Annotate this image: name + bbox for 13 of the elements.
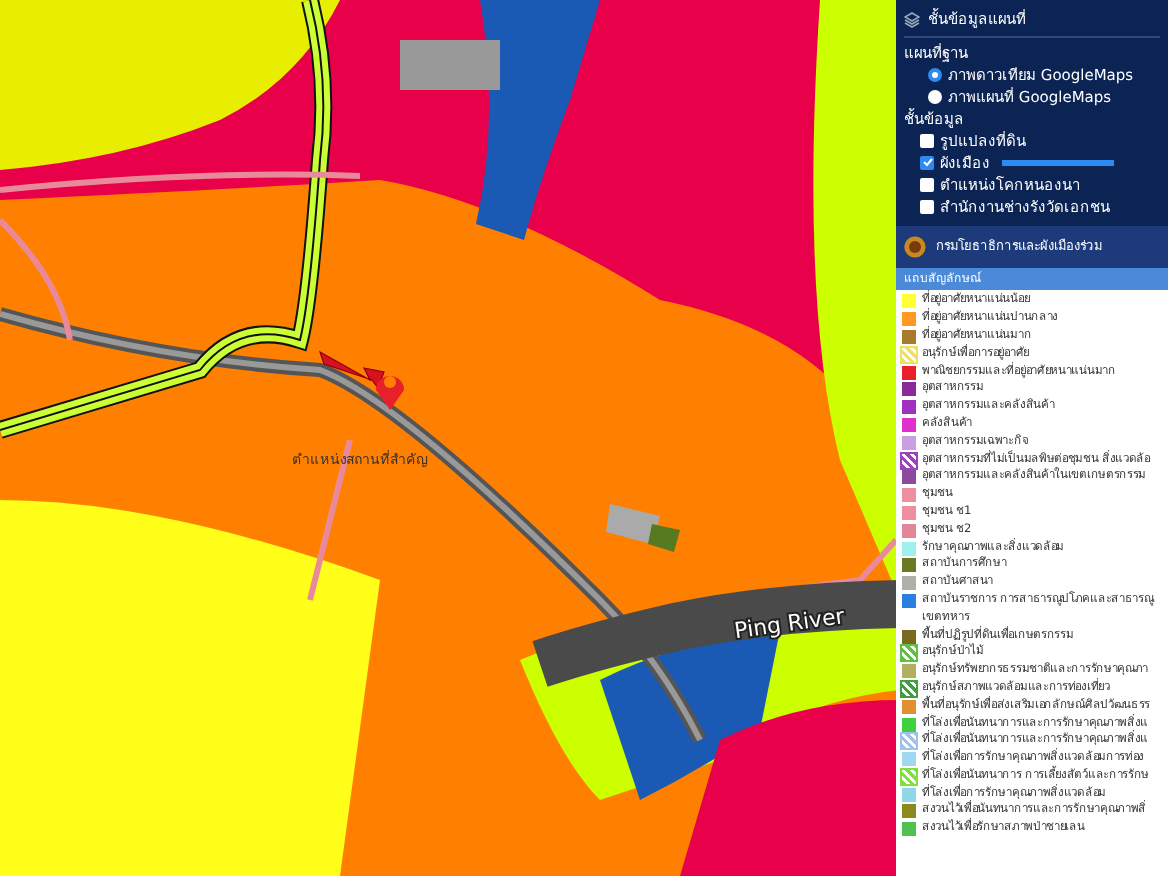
map-pin-icon — [376, 376, 404, 410]
opacity-slider-fill[interactable] — [1002, 159, 1114, 166]
checkbox[interactable] — [920, 177, 934, 192]
emblem-icon — [904, 236, 926, 259]
building-drawing — [606, 504, 680, 552]
radio-button[interactable] — [928, 68, 942, 83]
radio-button[interactable] — [928, 90, 942, 105]
river-label: Ping River — [732, 603, 847, 645]
checkbox[interactable] — [920, 134, 934, 149]
checkbox[interactable] — [920, 155, 934, 170]
arrow-icon — [318, 350, 385, 390]
layers-icon — [904, 11, 920, 28]
checkbox[interactable] — [920, 199, 934, 214]
